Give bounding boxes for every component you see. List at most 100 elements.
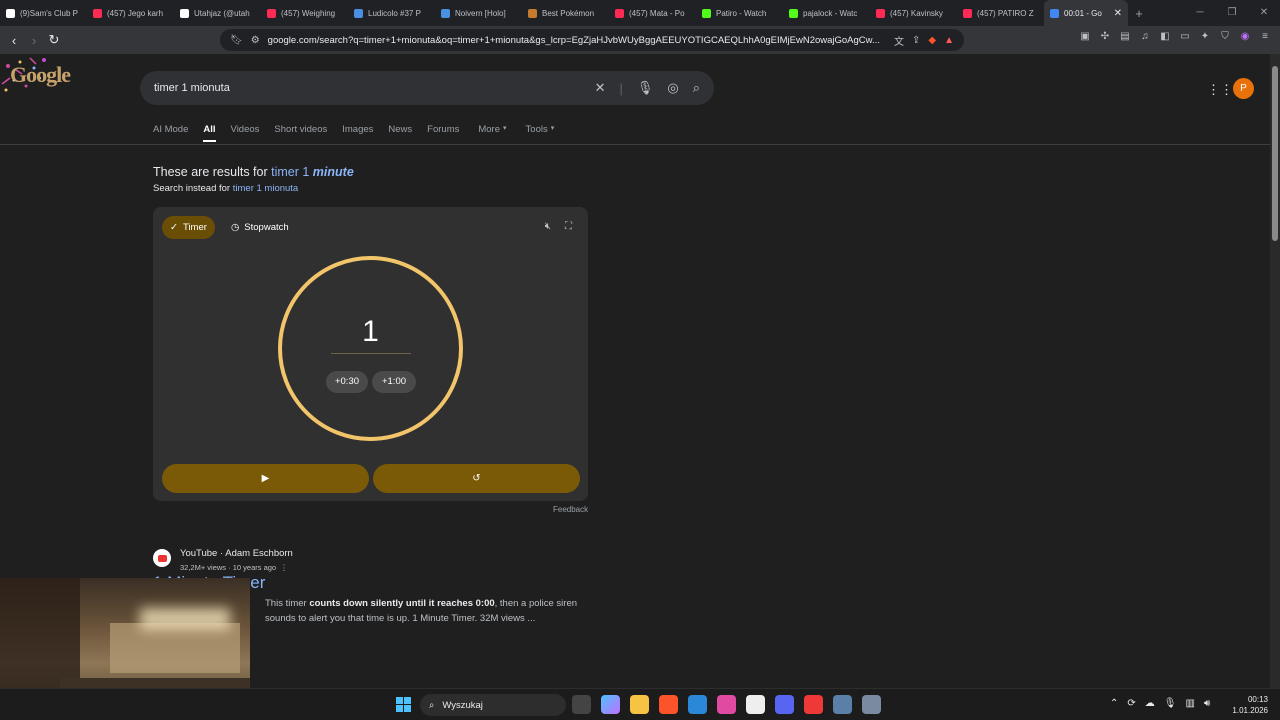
browser-tab[interactable]: Best Pokémon [522,0,609,26]
new-tab-icon[interactable]: + [1128,6,1150,21]
leo-icon[interactable]: ✦ [1198,30,1212,44]
fullscreen-icon[interactable]: ⛶ [565,221,572,232]
browser-tab[interactable]: Ludicolo #37 P [348,0,435,26]
more-options-icon[interactable]: ⋮ [280,563,288,572]
browser-tab[interactable]: (457) Jego karh [87,0,174,26]
chevron-up-icon[interactable]: ⌃ [1110,698,1118,709]
taskbar-search[interactable]: ⌕ Wyszukaj [420,694,566,716]
brave-icon[interactable] [659,695,678,714]
tab-tools[interactable]: Tools [526,124,548,135]
file-explorer-icon[interactable] [630,695,649,714]
cloud-icon[interactable]: ☁ [1145,698,1155,709]
search-icon: ⌕ [429,699,435,711]
browser-tab[interactable]: (457) Mata - Po [609,0,696,26]
browser-tab[interactable]: 00:01 - Go ✕ [1044,0,1128,26]
extension-icon[interactable]: ◉ [1238,30,1252,44]
scrollbar-thumb[interactable] [1272,66,1278,241]
restore-icon[interactable]: ❐ [1216,0,1248,26]
tab-short-videos[interactable]: Short videos [274,124,327,135]
search-input[interactable]: timer 1 mionuta [154,82,581,94]
site-info-icon[interactable]: ⚙︎ [251,35,260,46]
puzzle-icon[interactable]: ✣ [1098,30,1112,44]
search-box[interactable]: timer 1 mionuta ✕ | 🎙︎ ◎ ⌕ [140,71,714,105]
browser-tab[interactable]: (457) PATIRO Z [957,0,1044,26]
browser-tab[interactable]: Utahjaz (@utah [174,0,261,26]
search-icon[interactable]: ⌕ [693,80,700,96]
browser-tab[interactable]: Noivern [Holo] [435,0,522,26]
sidebar-icon[interactable]: ◧ [1158,30,1172,44]
tab-forums[interactable]: Forums [427,124,459,135]
url-text[interactable]: google.com/search?q=timer+1+mionuta&oq=t… [268,35,886,46]
add-1min-button[interactable]: +1:00 [372,371,416,393]
address-bar[interactable]: 🔖︎ ⚙︎ google.com/search?q=timer+1+mionut… [220,29,964,51]
browser-tab[interactable]: (457) Kavinsky [870,0,957,26]
forward-icon[interactable]: › [24,33,44,48]
mute-icon[interactable]: 🔇︎ [545,221,551,232]
sync-icon[interactable]: ⟳ [1127,698,1135,709]
tab-news[interactable]: News [388,124,412,135]
add-30s-button[interactable]: +0:30 [326,371,368,393]
browser-tab[interactable]: (9)Sam's Club P [0,0,87,26]
microphone-icon[interactable]: 🎙︎ [1164,698,1177,709]
back-icon[interactable]: ‹ [4,33,24,48]
reset-button[interactable]: ↺ [373,464,580,493]
tiktok-icon [180,8,189,18]
page-icon [354,8,363,18]
network-icon[interactable]: ▥ [1185,698,1194,709]
brave-shield-icon[interactable]: ◆ [928,35,936,46]
clear-icon[interactable]: ✕ [595,80,606,96]
translate-icon[interactable]: 文 [894,33,904,48]
calculator-icon[interactable] [833,695,852,714]
minimize-icon[interactable]: ─ [1184,0,1216,26]
vivaldi-icon[interactable] [804,695,823,714]
start-button[interactable]: ▶ [162,464,369,493]
original-query-link[interactable]: timer 1 mionuta [233,183,298,194]
settings-icon[interactable] [862,695,881,714]
tab-strip: (9)Sam's Club P (457) Jego karh Utahjaz (@… [0,0,1280,26]
browser-tab[interactable]: Patiro - Watch [696,0,783,26]
vpn-icon[interactable]: ⛉ [1218,30,1232,44]
corrected-query-link[interactable]: timer 1 minute [271,165,354,179]
wallet-icon[interactable]: ▭ [1178,30,1192,44]
tab-all[interactable]: All [203,124,216,142]
extension-icon[interactable]: ▣ [1078,30,1092,44]
reload-icon[interactable]: ↻ [44,32,64,48]
browser-tab[interactable]: pajalock - Watc [783,0,870,26]
divider [0,144,1270,145]
browser-tab[interactable]: (457) Weighing [261,0,348,26]
timer-value[interactable]: 1 [153,315,588,349]
menu-icon[interactable]: ≡ [1258,30,1272,44]
volume-icon[interactable]: 🔊︎ [1204,698,1210,709]
brave-rewards-icon[interactable]: ▲ [944,35,954,46]
scrollbar[interactable] [1270,54,1280,688]
feedback-link[interactable]: Feedback [553,505,588,514]
store-icon[interactable] [688,695,707,714]
microphone-icon[interactable]: 🎙︎ [637,80,654,96]
bookmark-icon[interactable]: 🔖︎ [230,35,243,46]
chevron-down-icon: ▾ [503,125,507,132]
window-controls: ─ ❐ ✕ [1184,0,1280,26]
app-icon[interactable] [717,695,736,714]
tab-videos[interactable]: Videos [231,124,260,135]
extension-icon[interactable]: ▤ [1118,30,1132,44]
tab-stopwatch[interactable]: ◷ Stopwatch [223,216,297,239]
tab-ai-mode[interactable]: AI Mode [153,124,188,135]
windows-start-icon[interactable] [396,697,411,712]
clock[interactable]: 00:13 1.01.2026 [1232,694,1268,716]
share-icon[interactable]: ⇪ [912,35,920,46]
close-tab-icon[interactable]: ✕ [1114,8,1122,19]
close-window-icon[interactable]: ✕ [1248,0,1280,26]
google-logo[interactable]: Google [10,62,71,88]
tab-title: (457) Jego karh [107,8,164,18]
discord-icon[interactable] [775,695,794,714]
avatar[interactable]: P [1233,78,1254,99]
tab-images[interactable]: Images [342,124,373,135]
task-view-icon[interactable] [572,695,591,714]
video-result-header[interactable]: YouTube · Adam Eschborn 32,2M+ views · 1… [153,548,293,572]
tab-more[interactable]: More [478,124,500,135]
copilot-icon[interactable] [601,695,620,714]
app-icon[interactable] [746,695,765,714]
music-icon[interactable]: ♫ [1138,30,1152,44]
lens-icon[interactable]: ◎ [667,80,678,96]
tab-timer[interactable]: ✓ Timer [162,216,215,239]
